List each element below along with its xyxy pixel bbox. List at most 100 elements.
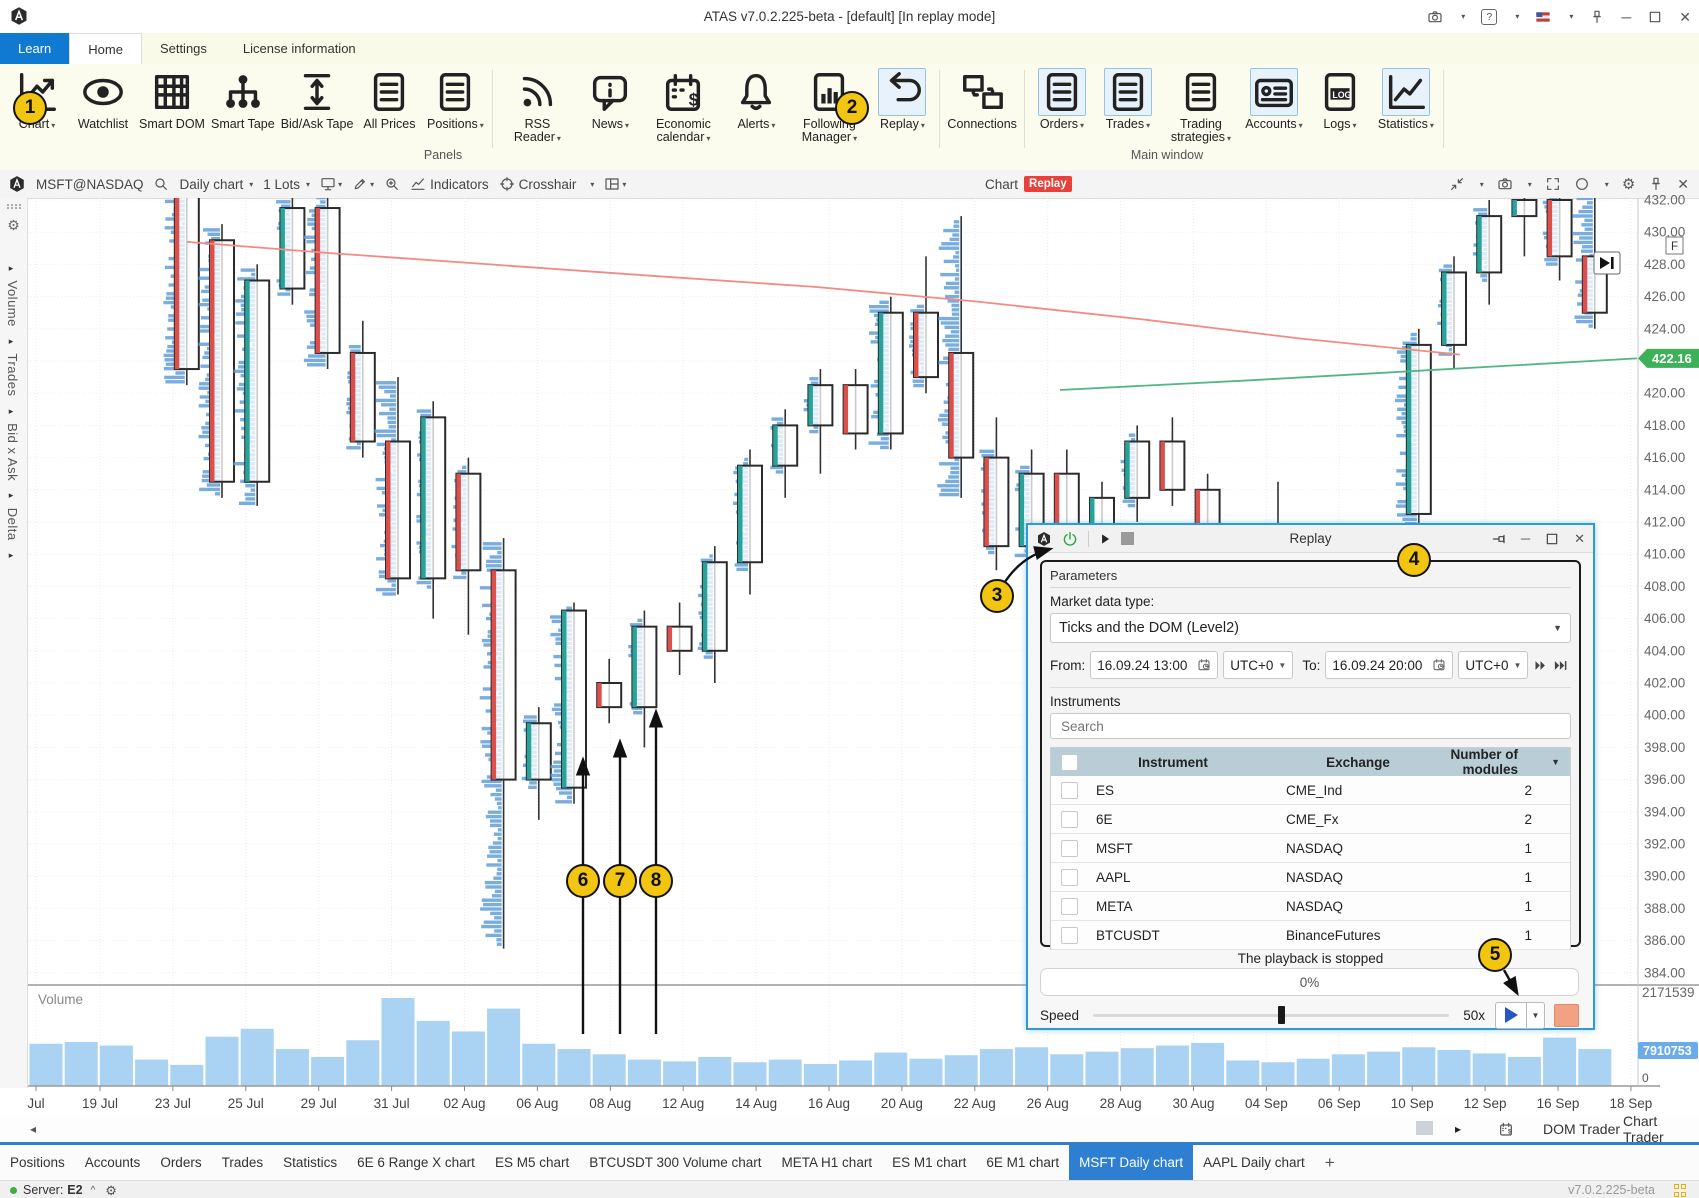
speed-label: Speed (1040, 1008, 1079, 1023)
svg-text:04 Sep: 04 Sep (1245, 1096, 1288, 1111)
svg-text:16 Sep: 16 Sep (1537, 1096, 1580, 1111)
svg-text:26 Aug: 26 Aug (1027, 1096, 1069, 1111)
callout-2: 2 (835, 91, 869, 125)
svg-text:408.00: 408.00 (1644, 579, 1685, 594)
svg-text:414.00: 414.00 (1644, 482, 1685, 497)
market-data-type-select[interactable]: Ticks and the DOM (Level2)▼ (1050, 613, 1571, 643)
svg-text:390.00: 390.00 (1644, 869, 1685, 884)
callout-7: 7 (603, 864, 637, 898)
market-data-type-label: Market data type: (1050, 594, 1571, 609)
select-all-checkbox[interactable] (1061, 754, 1078, 771)
svg-text:08 Aug: 08 Aug (589, 1096, 631, 1111)
svg-text:384.00: 384.00 (1644, 965, 1685, 980)
playback-options-caret[interactable]: ▼ (1527, 1002, 1545, 1029)
svg-text:30 Aug: 30 Aug (1172, 1096, 1214, 1111)
svg-text:06 Sep: 06 Sep (1318, 1096, 1361, 1111)
svg-text:06 Aug: 06 Aug (516, 1096, 558, 1111)
svg-text:402.00: 402.00 (1644, 676, 1685, 691)
row-checkbox[interactable] (1061, 898, 1078, 915)
svg-text:14 Aug: 14 Aug (735, 1096, 777, 1111)
col-exchange[interactable]: Exchange (1268, 755, 1448, 770)
svg-text:12 Sep: 12 Sep (1464, 1096, 1507, 1111)
row-checkbox[interactable] (1061, 927, 1078, 944)
calendar-clock-icon[interactable] (1432, 658, 1446, 672)
svg-text:16 Aug: 16 Aug (808, 1096, 850, 1111)
svg-text:0: 0 (1642, 1071, 1649, 1085)
to-label: To: (1302, 658, 1320, 673)
instruments-label: Instruments (1050, 687, 1571, 709)
svg-text:406.00: 406.00 (1644, 611, 1685, 626)
col-instrument[interactable]: Instrument (1078, 755, 1268, 770)
svg-text:20 Aug: 20 Aug (881, 1096, 923, 1111)
svg-text:426.00: 426.00 (1644, 289, 1685, 304)
svg-text:386.00: 386.00 (1644, 933, 1685, 948)
callout-5: 5 (1478, 938, 1512, 972)
dialog-pin-icon[interactable] (1491, 531, 1507, 547)
svg-text:422.16: 422.16 (1652, 351, 1692, 366)
row-checkbox[interactable] (1061, 869, 1078, 886)
fast-forward-icon[interactable] (1533, 658, 1548, 673)
svg-text:388.00: 388.00 (1644, 901, 1685, 916)
svg-text:412.00: 412.00 (1644, 515, 1685, 530)
callout-1: 1 (13, 91, 47, 125)
dialog-close-icon[interactable]: ✕ (1574, 532, 1585, 545)
record-stop-button[interactable] (1554, 1004, 1579, 1027)
parameters-label: Parameters (1050, 568, 1571, 588)
row-checkbox[interactable] (1061, 782, 1078, 799)
fast-forward-end-icon[interactable] (1553, 658, 1568, 673)
svg-text:22 Aug: 22 Aug (954, 1096, 996, 1111)
callout-3: 3 (980, 579, 1014, 613)
row-checkbox[interactable] (1061, 811, 1078, 828)
replay-dialog-header[interactable]: Replay ─ ✕ (1028, 525, 1593, 553)
from-label: From: (1050, 658, 1085, 673)
instrument-row-es[interactable]: ES CME_Ind 2 (1051, 776, 1570, 805)
progress-value: 0% (1300, 975, 1320, 990)
from-utc-select[interactable]: UTC+0▼ (1223, 651, 1293, 679)
filter-caret-icon[interactable]: ▼ (1551, 757, 1560, 767)
parameters-groupbox: Parameters Market data type: Ticks and t… (1040, 560, 1581, 947)
svg-text:10 Sep: 10 Sep (1391, 1096, 1434, 1111)
svg-text:Volume: Volume (38, 992, 83, 1007)
dialog-minimize-icon[interactable]: ─ (1521, 532, 1530, 545)
svg-text:25 Jul: 25 Jul (228, 1096, 264, 1111)
svg-text:392.00: 392.00 (1644, 837, 1685, 852)
svg-text:19 Jul: 19 Jul (82, 1096, 118, 1111)
instrument-row-meta[interactable]: META NASDAQ 1 (1051, 892, 1570, 921)
svg-text:18 Sep: 18 Sep (1610, 1096, 1653, 1111)
svg-text:31 Jul: 31 Jul (374, 1096, 410, 1111)
svg-text:428.00: 428.00 (1644, 257, 1685, 272)
callout-4: 4 (1397, 543, 1431, 577)
speed-slider-thumb[interactable] (1278, 1006, 1285, 1024)
svg-text:400.00: 400.00 (1644, 708, 1685, 723)
svg-text:394.00: 394.00 (1644, 804, 1685, 819)
svg-text:02 Aug: 02 Aug (443, 1096, 485, 1111)
svg-text:416.00: 416.00 (1644, 450, 1685, 465)
svg-text:420.00: 420.00 (1644, 386, 1685, 401)
search-input[interactable] (1059, 718, 1562, 735)
instrument-row-aapl[interactable]: AAPL NASDAQ 1 (1051, 863, 1570, 892)
svg-text:Jul: Jul (27, 1096, 44, 1111)
callout-8: 8 (639, 864, 673, 898)
to-utc-select[interactable]: UTC+0▼ (1458, 651, 1528, 679)
row-checkbox[interactable] (1061, 840, 1078, 857)
instrument-row-msft[interactable]: MSFT NASDAQ 1 (1051, 834, 1570, 863)
svg-text:7910753: 7910753 (1643, 1044, 1692, 1058)
svg-text:23 Jul: 23 Jul (155, 1096, 191, 1111)
svg-text:396.00: 396.00 (1644, 772, 1685, 787)
to-date-input[interactable] (1325, 651, 1453, 679)
start-playback-button[interactable] (1495, 1002, 1527, 1029)
svg-text:F: F (1671, 241, 1678, 253)
svg-text:29 Jul: 29 Jul (301, 1096, 337, 1111)
from-date-input[interactable] (1090, 651, 1218, 679)
svg-text:28 Aug: 28 Aug (1100, 1096, 1142, 1111)
instruments-table: Instrument Exchange Number of modules ▼ … (1050, 747, 1571, 950)
instrument-row-6e[interactable]: 6E CME_Fx 2 (1051, 805, 1570, 834)
speed-value: 50x (1463, 1008, 1485, 1023)
calendar-clock-icon[interactable] (1197, 658, 1211, 672)
svg-text:424.00: 424.00 (1644, 321, 1685, 336)
instruments-search[interactable] (1050, 713, 1571, 739)
svg-text:418.00: 418.00 (1644, 418, 1685, 433)
callout-6: 6 (566, 864, 600, 898)
dialog-maximize-icon[interactable] (1544, 531, 1560, 547)
speed-slider[interactable] (1093, 1014, 1449, 1017)
